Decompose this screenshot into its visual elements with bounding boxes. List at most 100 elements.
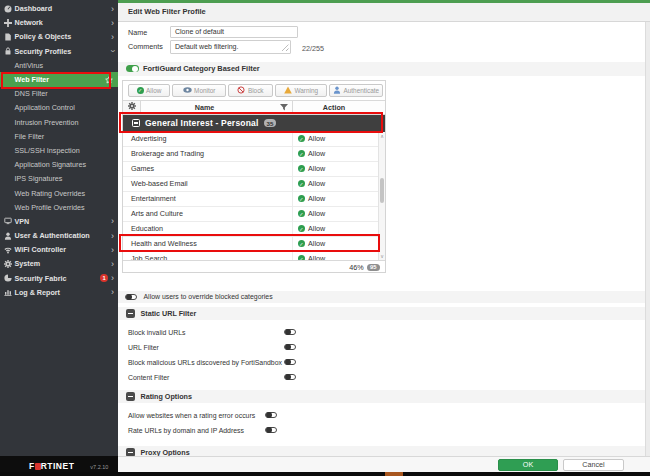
setting-toggle[interactable]	[284, 374, 296, 380]
setting-label: Block malicious URLs discovered by Forti…	[128, 358, 282, 365]
resize-handle-icon[interactable]	[282, 44, 289, 51]
ok-button[interactable]: OK	[498, 459, 558, 472]
setting-toggle[interactable]	[265, 412, 277, 418]
name-label: Name	[128, 28, 147, 37]
sidebar-item-application-signatures[interactable]: Application Signatures	[0, 158, 118, 172]
setting-toggle[interactable]	[284, 359, 296, 365]
wifi-icon	[4, 246, 12, 254]
sidebar-item-security-fabric[interactable]: Security Fabric1›	[0, 271, 118, 285]
button-label: Authenticate	[344, 87, 380, 94]
sidebar-item-network[interactable]: Network ›	[0, 16, 118, 30]
chevron-right-icon: ›	[111, 217, 114, 225]
scroll-down-icon[interactable]: ∨	[379, 253, 385, 259]
scroll-thumb[interactable]	[380, 178, 384, 203]
category-row-job-search[interactable]: Job Search✓Allow	[123, 252, 385, 261]
sidebar-item-label: Web Profile Overrides	[15, 203, 85, 212]
eye-icon	[183, 87, 192, 93]
category-row-advertising[interactable]: Advertising✓Allow	[123, 132, 385, 147]
column-name-label: Name	[195, 103, 215, 112]
action-label: Allow	[308, 134, 325, 143]
sidebar-item-application-control[interactable]: Application Control	[0, 101, 118, 115]
percent-label: 46%	[349, 263, 363, 272]
category-name: Arts and Culture	[123, 207, 293, 221]
sidebar-item-file-filter[interactable]: File Filter	[0, 129, 118, 143]
lock-icon	[4, 47, 12, 55]
button-label: Warning	[294, 87, 318, 94]
sidebar-item-dns-filter[interactable]: DNS Filter	[0, 87, 118, 101]
category-row-web-based-email[interactable]: Web-based Email✓Allow	[123, 177, 385, 192]
monitor-button[interactable]: Monitor	[172, 84, 226, 97]
sidebar-item-label: Network	[15, 18, 43, 27]
sidebar-item-label: Application Control	[15, 103, 75, 112]
action-label: Allow	[308, 254, 325, 260]
setting-row-block-invalid-urls: Block invalid URLs	[118, 324, 645, 339]
category-action: ✓Allow	[293, 162, 385, 176]
sidebar-nav: Dashboard›Network›Policy & Objects›Secur…	[0, 0, 118, 299]
sidebar-item-intrusion-prevention[interactable]: Intrusion Prevention	[0, 115, 118, 129]
sidebar-item-label: Application Signatures	[15, 160, 87, 169]
chevron-right-icon: ›	[111, 274, 114, 282]
sidebar-item-dashboard[interactable]: Dashboard›	[0, 2, 118, 16]
person-icon	[333, 86, 341, 94]
warning-button[interactable]: Warning	[275, 84, 327, 97]
scroll-up-icon[interactable]: ∧	[379, 133, 385, 139]
section-header-static-url-filter[interactable]: Static URL Filter	[118, 307, 645, 320]
comments-textarea[interactable]: Default web filtering.	[170, 40, 291, 54]
category-name: Entertainment	[123, 192, 293, 206]
warning-icon	[284, 86, 292, 94]
name-input[interactable]: Clone of default	[170, 26, 298, 39]
allow-check-icon: ✓	[298, 180, 305, 187]
allow-button[interactable]: ✓Allow	[128, 84, 170, 97]
chevron-right-icon: ›	[111, 19, 114, 27]
override-row: Allow users to override blocked categori…	[118, 291, 645, 303]
fortiguard-category-row: FortiGuard Category Based Filter	[118, 62, 645, 76]
sidebar-item-vpn[interactable]: VPN ›	[0, 214, 118, 228]
sidebar-item-policy-objects[interactable]: Policy & Objects›	[0, 30, 118, 44]
sidebar-item-user-authentication[interactable]: User & Authentication›	[0, 229, 118, 243]
sidebar-item-label: WiFi Controller	[15, 245, 66, 254]
collapse-icon[interactable]	[126, 309, 135, 318]
category-row-games[interactable]: Games✓Allow	[123, 162, 385, 177]
sidebar-item-label: VPN	[15, 217, 30, 226]
sidebar-item-web-rating-overrides[interactable]: Web Rating Overrides	[0, 186, 118, 200]
setting-toggle[interactable]	[265, 427, 277, 433]
button-label: Allow	[146, 87, 161, 94]
sidebar-item-system[interactable]: System›	[0, 257, 118, 271]
sidebar-item-log-report[interactable]: Log & Report›	[0, 285, 118, 299]
sidebar-item-web-profile-overrides[interactable]: Web Profile Overrides	[0, 200, 118, 214]
chevron-down-icon: ›	[109, 50, 117, 53]
sidebar-item-ips-signatures[interactable]: IPS Signatures	[0, 172, 118, 186]
setting-toggle[interactable]	[284, 329, 296, 335]
override-toggle[interactable]	[125, 294, 137, 300]
category-row-entertainment[interactable]: Entertainment✓Allow	[123, 192, 385, 207]
sidebar-item-ssl-ssh-inspection[interactable]: SSL/SSH Inspection	[0, 143, 118, 157]
annotation-box-general-interest	[119, 112, 383, 133]
setting-label: Allow websites when a rating error occur…	[128, 411, 255, 418]
sidebar-item-security-profiles[interactable]: Security Profiles›	[0, 44, 118, 58]
chevron-right-icon: ›	[111, 5, 114, 13]
setting-toggle[interactable]	[284, 344, 296, 350]
category-action: ✓Allow	[293, 192, 385, 206]
network-icon	[4, 19, 12, 27]
sidebar-item-label: IPS Signatures	[15, 174, 63, 183]
setting-label: URL Filter	[128, 343, 159, 350]
cancel-button[interactable]: Cancel	[563, 459, 624, 472]
notification-badge: 1	[100, 274, 108, 282]
sidebar-item-wifi-controller[interactable]: WiFi Controller›	[0, 243, 118, 257]
sidebar-item-antivirus[interactable]: AntiVirus	[0, 58, 118, 72]
category-row-arts-and-culture[interactable]: Arts and Culture✓Allow	[123, 207, 385, 222]
fortiguard-toggle[interactable]	[126, 65, 139, 73]
category-name: Job Search	[123, 252, 293, 261]
name-value: Clone of default	[175, 28, 224, 35]
block-button[interactable]: Block	[228, 84, 273, 97]
allow-check-icon: ✓	[298, 150, 305, 157]
collapse-icon[interactable]	[126, 392, 135, 401]
authenticate-button[interactable]: Authenticate	[329, 84, 383, 97]
category-name: Games	[123, 162, 293, 176]
bottom-taskbar	[0, 472, 650, 476]
category-row-brokerage-and-trading[interactable]: Brokerage and Trading✓Allow	[123, 147, 385, 162]
total-count-badge: 95	[367, 264, 380, 271]
main-scrollbar[interactable]	[645, 22, 650, 456]
section-header-rating-options[interactable]: Rating Options	[118, 390, 645, 403]
category-action: ✓Allow	[293, 252, 385, 261]
